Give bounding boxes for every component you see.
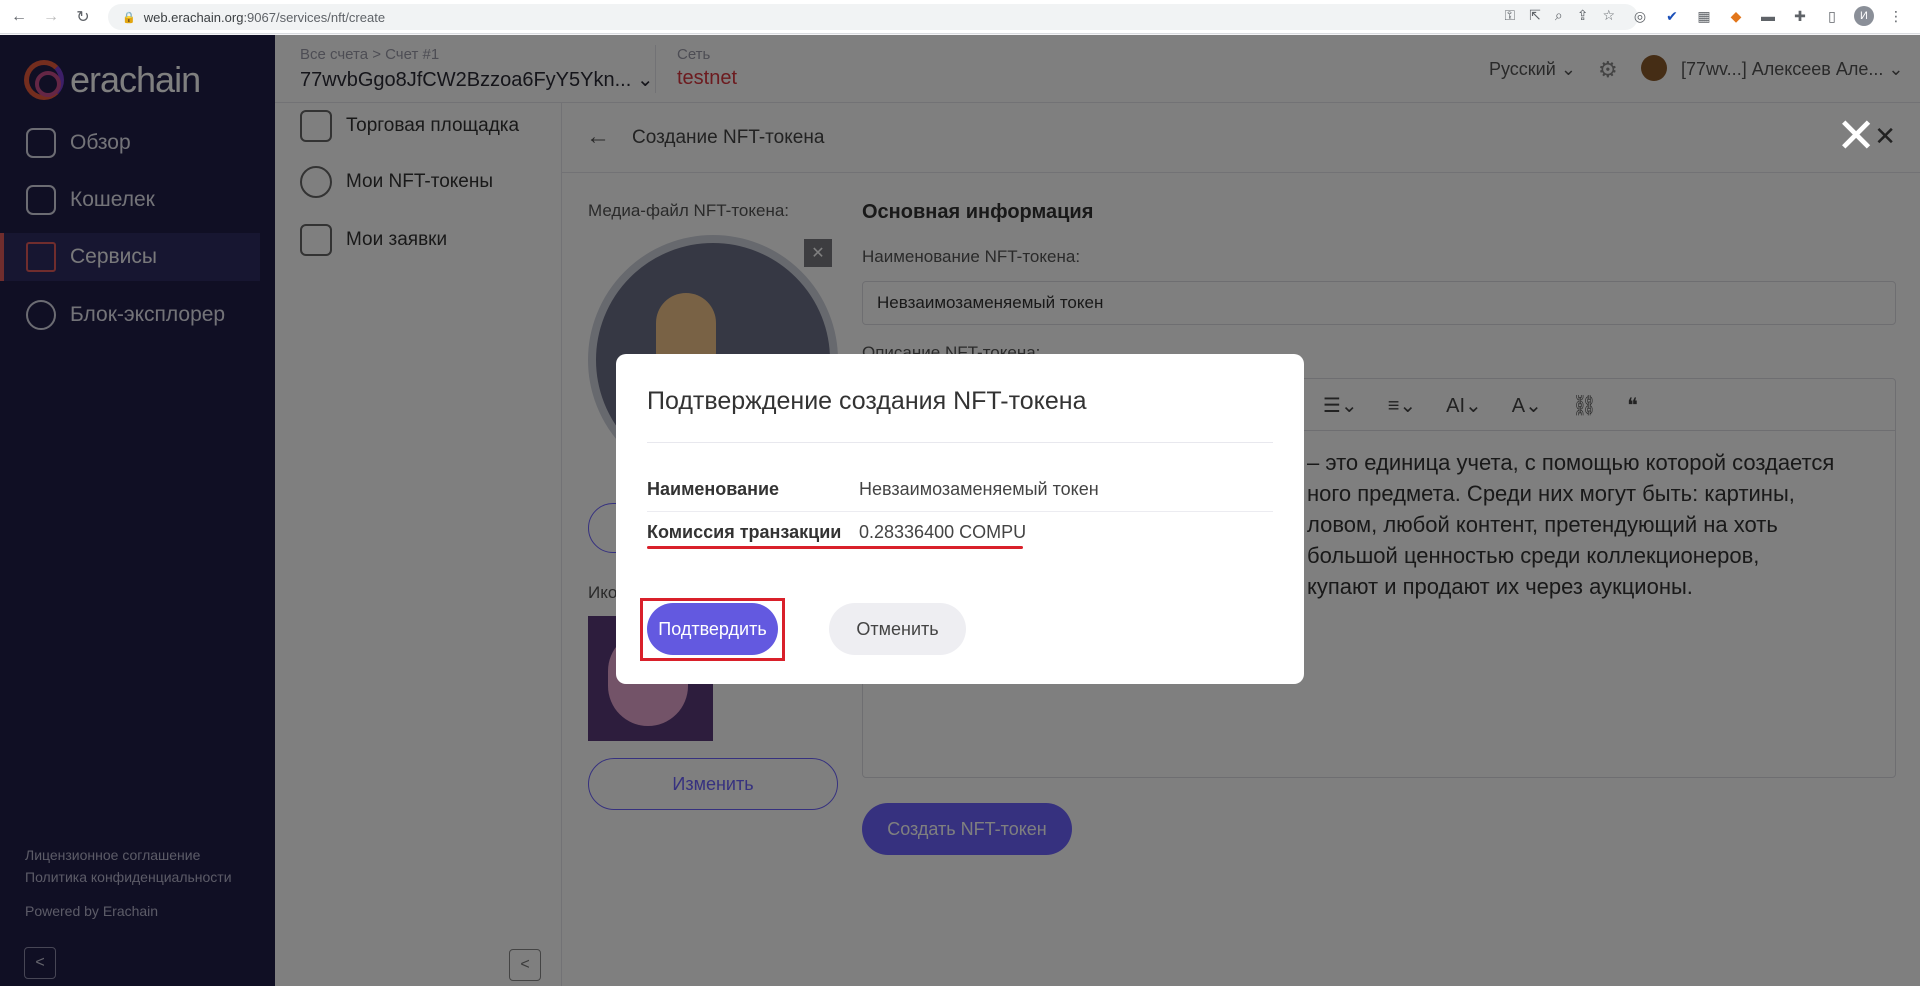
divider [647, 442, 1273, 443]
address-bar-actions: ⚿ ⇱ ⌕ ⇪ ☆ [1504, 7, 1615, 24]
extension-icon[interactable]: ▬ [1758, 6, 1778, 26]
url-host: web.erachain.org [143, 9, 244, 25]
reload-icon[interactable]: ↻ [70, 4, 96, 30]
translate-icon[interactable]: ◎ [1630, 6, 1650, 26]
news-extension-icon[interactable]: ▦ [1694, 6, 1714, 26]
back-icon[interactable]: ← [6, 4, 32, 30]
bookmark-star-icon[interactable]: ☆ [1602, 7, 1615, 24]
fee-row-value: 0.28336400 COMPU [859, 522, 1027, 542]
zoom-icon[interactable]: ⌕ [1555, 7, 1563, 24]
forward-icon[interactable]: → [38, 4, 64, 30]
confirm-button[interactable]: Подтвердить [647, 603, 778, 655]
share-icon[interactable]: ⇪ [1577, 7, 1589, 24]
dialog-title: Подтверждение создания NFT-токена [647, 387, 1087, 415]
name-row-label: Наименование [647, 479, 780, 499]
fee-row-label: Комиссия транзакции [647, 522, 842, 542]
url-path: :9067/services/nft/create [243, 9, 386, 25]
address-bar[interactable]: 🔒 web.erachain.org:9067/services/nft/cre… [108, 4, 1638, 30]
browser-toolbar: ← → ↻ 🔒 web.erachain.org:9067/services/n… [0, 0, 1920, 34]
divider [647, 511, 1273, 512]
key-icon[interactable]: ⚿ [1504, 7, 1515, 24]
highlight-underline [647, 546, 1023, 549]
close-icon[interactable]: ✕ [1836, 113, 1876, 161]
puzzle-icon[interactable]: ✚ [1790, 6, 1810, 26]
open-external-icon[interactable]: ⇱ [1529, 7, 1541, 24]
cancel-button[interactable]: Отменить [829, 603, 966, 655]
check-extension-icon[interactable]: ✔ [1662, 6, 1682, 26]
confirm-dialog: Подтверждение создания NFT-токена Наимен… [616, 354, 1304, 684]
lock-icon: 🔒 [122, 11, 136, 24]
metamask-icon[interactable]: ◆ [1726, 6, 1746, 26]
extensions-bar: ◎ ✔ ▦ ◆ ▬ ✚ ▯ И ⋮ [1630, 6, 1906, 26]
menu-dots-icon[interactable]: ⋮ [1886, 6, 1906, 26]
sidebar-toggle-icon[interactable]: ▯ [1822, 6, 1842, 26]
profile-avatar[interactable]: И [1854, 6, 1874, 26]
name-row-value: Невзаимозаменяемый токен [859, 479, 1099, 499]
